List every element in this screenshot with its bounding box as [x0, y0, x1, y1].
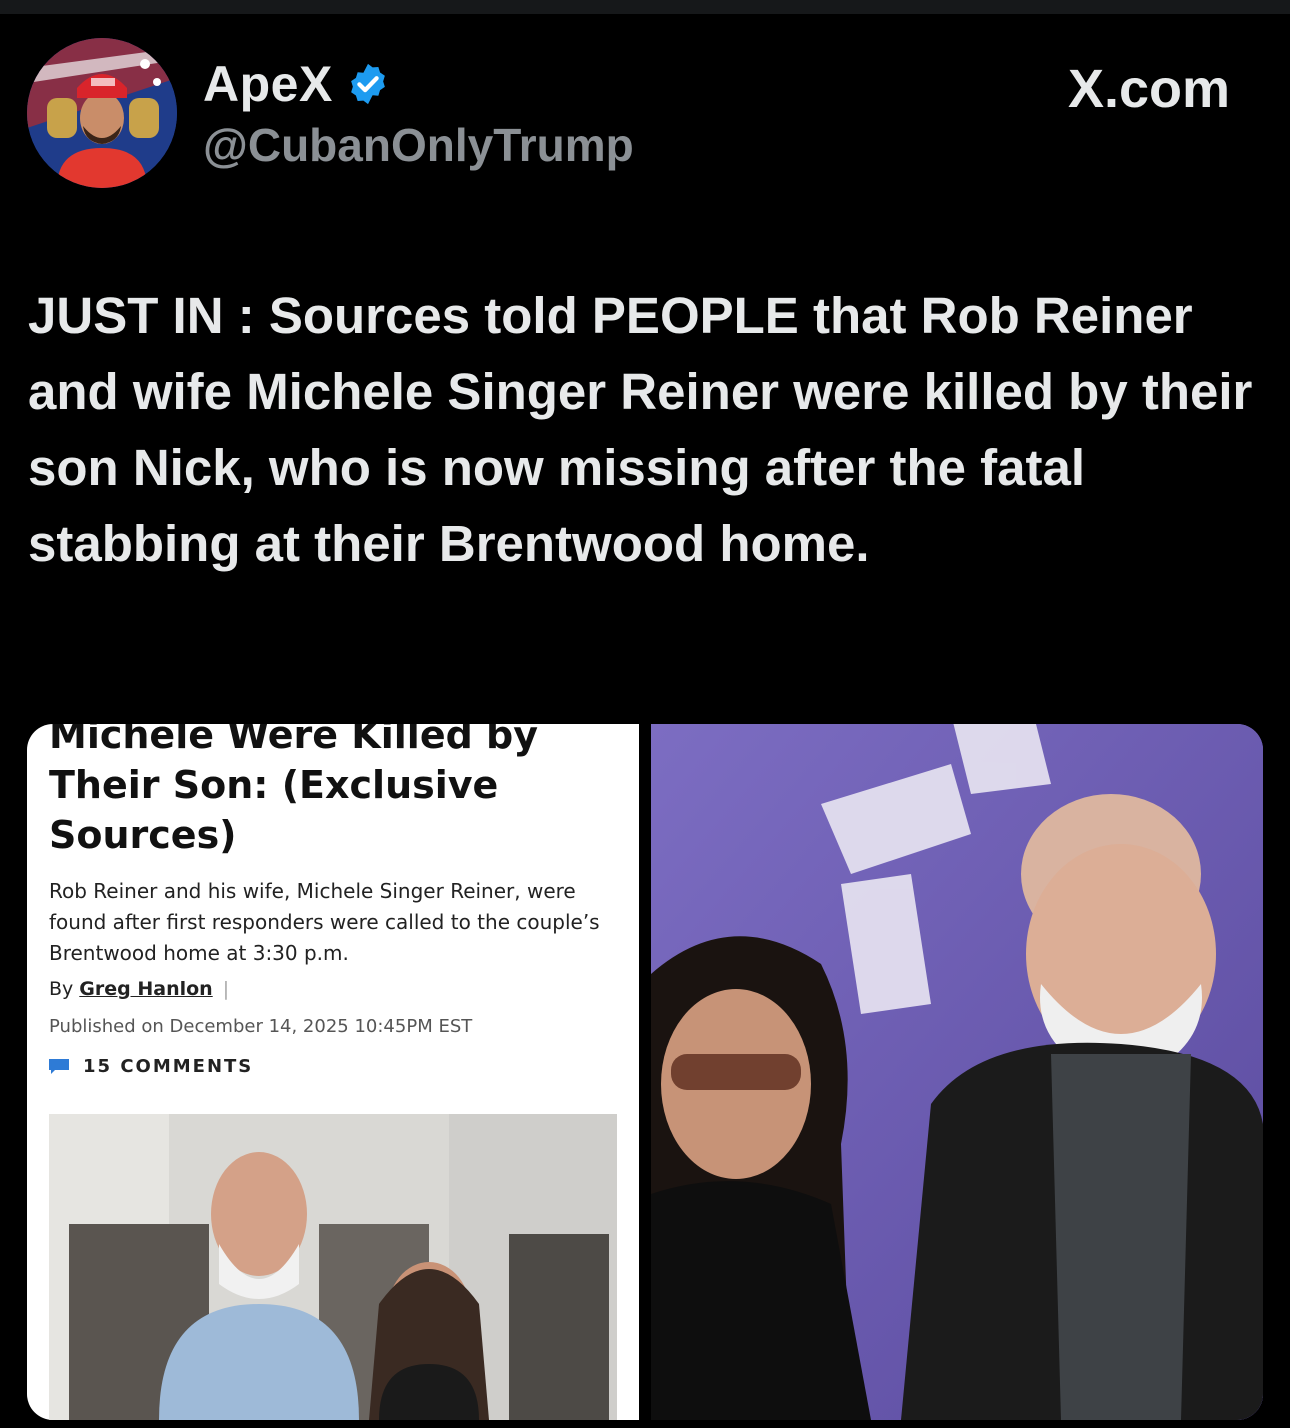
by-label: By — [49, 978, 74, 1000]
article-summary: Rob Reiner and his wife, Michele Singer … — [49, 879, 600, 965]
couple-photo[interactable] — [651, 724, 1263, 1420]
site-label: X.com — [1067, 59, 1230, 119]
verified-badge-icon — [350, 63, 385, 105]
author-link[interactable]: Greg Hanlon — [79, 978, 212, 1000]
byline-separator: | — [222, 978, 230, 1000]
comments-count: 15 COMMENTS — [83, 1056, 254, 1077]
status-strip — [0, 0, 1290, 14]
comments-link[interactable]: 15 COMMENTS — [49, 1056, 253, 1077]
avatar-photo-icon — [27, 38, 177, 188]
profile-handle[interactable]: @CubanOnlyTrump — [203, 118, 634, 172]
article-photo — [49, 1114, 617, 1420]
comment-icon — [49, 1058, 69, 1074]
tweet-text: JUST IN : Sources told PEOPLE that Rob R… — [28, 287, 1253, 572]
article-byline: By Greg Hanlon | — [49, 978, 229, 1000]
published-date: Published on December 14, 2025 10:45PM E… — [49, 1016, 473, 1037]
display-name[interactable]: ApeX — [203, 55, 333, 113]
article-screenshot[interactable]: Michele Were Killed by Their Son: (Exclu… — [27, 724, 639, 1420]
profile-avatar[interactable] — [27, 38, 177, 188]
profile-name-row[interactable]: ApeX — [203, 55, 391, 113]
tweet-media[interactable]: Michele Were Killed by Their Son: (Exclu… — [27, 724, 1263, 1420]
article-headline: Michele Were Killed by Their Son: (Exclu… — [49, 724, 538, 857]
